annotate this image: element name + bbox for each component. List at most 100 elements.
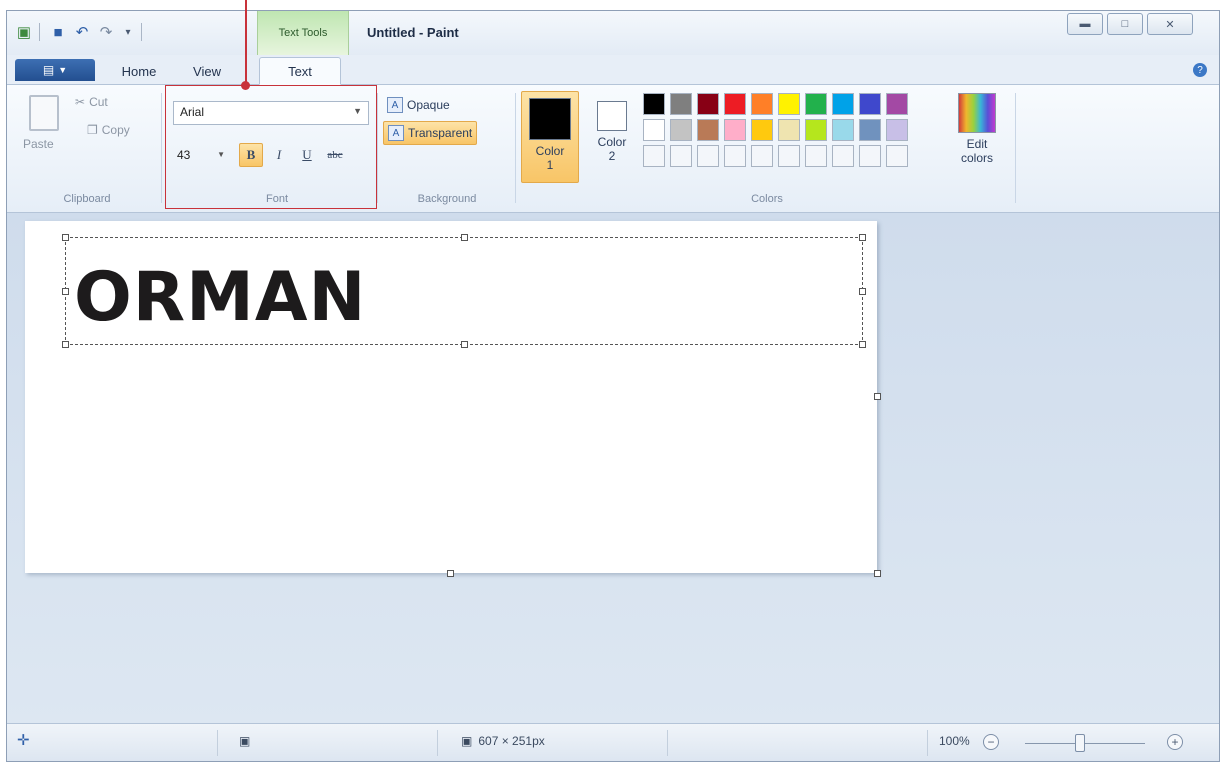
cut-button[interactable]: ✂ Cut (75, 95, 108, 109)
palette-color-swatch[interactable] (886, 93, 908, 115)
selection-size-icon: ▣ (239, 734, 251, 748)
paste-label: Paste (23, 137, 54, 151)
palette-color-swatch[interactable] (697, 119, 719, 141)
status-separator (217, 730, 218, 756)
palette-color-swatch[interactable] (697, 145, 719, 167)
palette-color-swatch[interactable] (670, 145, 692, 167)
palette-color-swatch[interactable] (859, 119, 881, 141)
palette-color-swatch[interactable] (751, 119, 773, 141)
chevron-down-icon: ▼ (58, 65, 68, 75)
palette-color-swatch[interactable] (724, 93, 746, 115)
zoom-out-button[interactable]: − (983, 734, 999, 750)
color-2-label: Color (597, 135, 627, 149)
color-palette (643, 93, 908, 167)
tab-home[interactable]: Home (107, 57, 171, 85)
status-separator (927, 730, 928, 756)
canvas-size-value: 607 × 251px (478, 734, 545, 748)
file-menu-button[interactable]: ▤ ▼ (15, 59, 95, 81)
canvas-text[interactable]: ORMAN (74, 258, 366, 337)
title-bar: ▣ ■ ↶ ↷ ▾ Text Tools Untitled - Paint ▬ … (7, 11, 1219, 55)
text-selection-box[interactable]: ORMAN (62, 234, 866, 348)
resize-handle[interactable] (62, 341, 69, 348)
toolbar-separator (141, 23, 142, 41)
palette-color-swatch[interactable] (859, 145, 881, 167)
resize-handle[interactable] (859, 234, 866, 241)
edit-colors-label-line2: colors (960, 151, 993, 165)
zoom-slider-track[interactable] (1025, 743, 1145, 744)
minimize-button[interactable]: ▬ (1067, 13, 1103, 35)
transparent-button[interactable]: A Transparent (383, 121, 478, 145)
maximize-button[interactable]: □ (1107, 13, 1143, 35)
palette-color-swatch[interactable] (670, 119, 692, 141)
paste-button[interactable]: Paste (23, 137, 54, 151)
canvas-size-indicator: ▣ 607 × 251px (461, 734, 545, 748)
resize-handle[interactable] (461, 341, 468, 348)
palette-color-swatch[interactable] (886, 145, 908, 167)
resize-handle[interactable] (859, 341, 866, 348)
resize-handle[interactable] (62, 288, 69, 295)
palette-color-swatch[interactable] (778, 93, 800, 115)
toolbar-separator (39, 23, 40, 41)
palette-color-swatch[interactable] (643, 119, 665, 141)
close-button[interactable]: ✕ (1147, 13, 1193, 35)
palette-color-swatch[interactable] (805, 93, 827, 115)
paint-app-icon[interactable]: ▣ (15, 23, 33, 41)
palette-color-swatch[interactable] (778, 145, 800, 167)
transparent-icon: A (388, 125, 404, 141)
palette-color-swatch[interactable] (724, 145, 746, 167)
edit-colors-button[interactable]: Edit colors (951, 93, 1003, 165)
canvas-size-icon: ▣ (461, 734, 473, 748)
palette-color-swatch[interactable] (697, 93, 719, 115)
color-2-button[interactable]: Color 2 (583, 91, 641, 183)
palette-color-swatch[interactable] (778, 119, 800, 141)
customize-toolbar-icon[interactable]: ▾ (119, 23, 137, 41)
resize-handle[interactable] (62, 234, 69, 241)
group-separator (1015, 93, 1016, 203)
colors-group-label: Colors (751, 193, 783, 205)
palette-color-swatch[interactable] (832, 119, 854, 141)
copy-icon: ❐ (87, 123, 98, 137)
palette-color-swatch[interactable] (805, 119, 827, 141)
palette-color-swatch[interactable] (751, 145, 773, 167)
canvas-resize-handle[interactable] (874, 393, 881, 400)
resize-handle[interactable] (461, 234, 468, 241)
canvas-resize-handle[interactable] (874, 570, 881, 577)
undo-icon[interactable]: ↶ (73, 23, 91, 41)
save-icon[interactable]: ■ (49, 23, 67, 41)
drawing-canvas[interactable]: ORMAN (25, 221, 881, 577)
group-separator (377, 93, 378, 203)
zoom-in-button[interactable]: + (1167, 734, 1183, 750)
zoom-level: 100% (939, 734, 970, 748)
palette-color-swatch[interactable] (832, 93, 854, 115)
palette-color-swatch[interactable] (751, 93, 773, 115)
cut-label: Cut (89, 95, 108, 109)
color-2-swatch (597, 101, 627, 131)
group-separator (515, 93, 516, 203)
color-1-swatch (529, 98, 571, 140)
canvas-resize-handle[interactable] (447, 570, 454, 577)
status-separator (437, 730, 438, 756)
canvas-area[interactable]: ORMAN (7, 213, 1219, 725)
copy-button[interactable]: ❐ Copy (87, 123, 130, 137)
opaque-label: Opaque (407, 98, 450, 112)
tab-view[interactable]: View (179, 57, 235, 85)
font-group-callout (165, 85, 377, 209)
redo-icon[interactable]: ↷ (97, 23, 115, 41)
palette-color-swatch[interactable] (886, 119, 908, 141)
color-1-button[interactable]: Color 1 (521, 91, 579, 183)
scissors-icon: ✂ (75, 95, 86, 109)
background-group-label: Background (417, 193, 477, 205)
palette-color-swatch[interactable] (859, 93, 881, 115)
palette-color-swatch[interactable] (832, 145, 854, 167)
opaque-button[interactable]: A Opaque (383, 93, 454, 117)
palette-color-swatch[interactable] (670, 93, 692, 115)
palette-color-swatch[interactable] (724, 119, 746, 141)
palette-color-swatch[interactable] (643, 93, 665, 115)
palette-color-swatch[interactable] (643, 145, 665, 167)
zoom-slider-thumb[interactable] (1075, 734, 1085, 752)
resize-handle[interactable] (859, 288, 866, 295)
tab-text[interactable]: Text (259, 57, 341, 85)
palette-color-swatch[interactable] (805, 145, 827, 167)
group-separator (161, 93, 162, 203)
help-icon[interactable]: ? (1193, 63, 1207, 77)
